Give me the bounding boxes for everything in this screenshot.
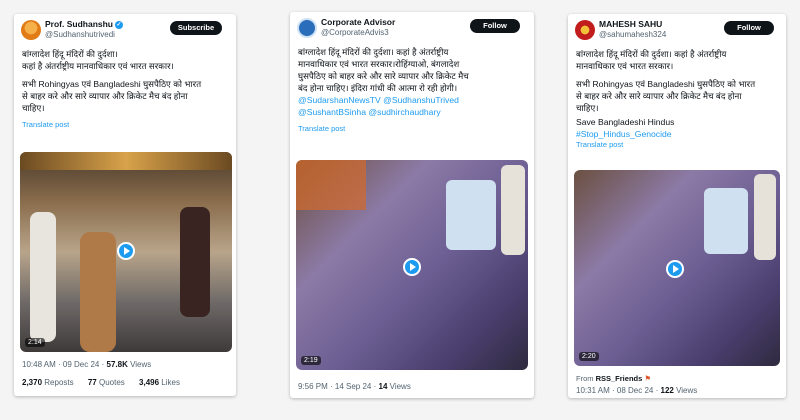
text-line: बांग्लादेश हिंदू मंदिरों की दुर्दशा। कहा… (298, 47, 449, 57)
tweet-text: बांग्लादेश हिंदू मंदिरों की दुर्दशा। कहा… (568, 48, 786, 140)
text-line: मानवाधिकार एवं भारत सरकार। (576, 61, 674, 71)
text-line: चाहिए। (576, 103, 599, 113)
author-handle[interactable]: @Sudhanshutrivedi (45, 30, 115, 39)
video-figure (446, 180, 496, 250)
avatar[interactable] (21, 20, 41, 40)
play-icon[interactable] (117, 242, 135, 260)
views-label: Views (127, 360, 152, 369)
reposts-stat[interactable]: 2,370 Reposts (22, 378, 80, 387)
avatar[interactable] (297, 18, 317, 38)
timestamp[interactable]: 9:56 PM · 14 Sep 24 · (298, 382, 379, 391)
author-handle[interactable]: @sahumahesh324 (599, 30, 666, 39)
video-frame-decor (20, 152, 232, 170)
video-figure (30, 212, 56, 342)
tweet-card-1: Prof. Sudhanshu ✓ @Sudhanshutrivedi Subsc… (14, 14, 236, 396)
video-duration: 2:20 (579, 352, 599, 361)
tweet-meta: 9:56 PM · 14 Sep 24 · 14 Views (298, 382, 411, 391)
video-player[interactable]: 2:14 (20, 152, 232, 352)
tweet-text: बांग्लादेश हिंदू मंदिरों की दुर्दशा। कहा… (290, 46, 534, 118)
text-line: से बाहर करे और सारे व्यापार और क्रिकेट म… (576, 91, 742, 101)
author-name[interactable]: Corporate Advisor (321, 17, 395, 27)
tweet-header: MAHESH SAHU @sahumahesh324 Follow (568, 14, 786, 48)
video-duration: 2:14 (25, 338, 45, 347)
author-handle[interactable]: @CorporateAdvis3 (321, 28, 389, 37)
hashtag-link[interactable]: #Stop_Hindus_Genocide (576, 128, 778, 140)
from-community[interactable]: From RSS_Friends ⚑ (576, 374, 651, 383)
views-count: 122 (660, 386, 674, 395)
play-icon[interactable] (666, 260, 684, 278)
views-count: 57.8K (106, 360, 128, 369)
timestamp[interactable]: 10:31 AM · 08 Dec 24 · (576, 386, 661, 395)
author-name[interactable]: Prof. Sudhanshu ✓ (45, 19, 123, 29)
text-line: चाहिए। (22, 103, 45, 113)
verified-icon: ✓ (115, 20, 123, 29)
video-figure (501, 165, 525, 255)
translate-post-link[interactable]: Translate post (568, 140, 786, 149)
tweet-card-3: MAHESH SAHU @sahumahesh324 Follow बांग्ल… (568, 14, 786, 398)
text-line: मानवाधिकार एवं भारत सरकार।रोहिंग्याओ, बं… (298, 59, 460, 69)
text-line: बांग्लादेश हिंदू मंदिरों की दुर्दशा। कहा… (576, 49, 727, 59)
video-player[interactable]: 2:19 (296, 160, 528, 370)
author-name[interactable]: MAHESH SAHU (599, 19, 662, 29)
tweet-card-2: Corporate Advisor @CorporateAdvis3 Follo… (290, 12, 534, 398)
quotes-stat[interactable]: 77 Quotes (88, 378, 131, 387)
video-frame-decor (296, 160, 366, 210)
views-label: Views (387, 382, 411, 391)
text-line: घुसपैठिए को बाहर करे और सारे व्यापार और … (298, 71, 469, 81)
tweet-meta: 10:48 AM · 09 Dec 24 · 57.8K Views (22, 360, 151, 369)
likes-stat[interactable]: 3,496 Likes (139, 378, 186, 387)
text-line: बंद होना चाहिए। इंदिरा गांधी की आत्मा रो… (298, 83, 458, 93)
play-icon[interactable] (403, 258, 421, 276)
text-line: सभी Rohingyas एवं Bangladeshi घुसपैठिए क… (22, 79, 202, 89)
video-duration: 2:19 (301, 356, 321, 365)
subscribe-button[interactable]: Subscribe (170, 21, 222, 35)
engagement-stats: 2,370 Reposts 77 Quotes 3,496 Likes (22, 378, 192, 387)
text-line: कहां है अंतर्राष्ट्रीय मानवाधिकार एवं भा… (22, 61, 174, 71)
video-figure (704, 188, 748, 254)
video-player[interactable]: 2:20 (574, 170, 780, 366)
tweet-header: Prof. Sudhanshu ✓ @Sudhanshutrivedi Subsc… (14, 14, 236, 48)
video-figure (754, 174, 776, 260)
tweet-header: Corporate Advisor @CorporateAdvis3 Follo… (290, 12, 534, 46)
video-figure (180, 207, 210, 317)
follow-button[interactable]: Follow (470, 19, 520, 33)
translate-post-link[interactable]: Translate post (14, 120, 236, 129)
views-label: Views (673, 386, 698, 395)
mention-links[interactable]: @SushantBSinha @sudhirchaudhary (298, 106, 526, 118)
tweet-text: बांग्लादेश हिंदू मंदिरों की दुर्दशा। कहां… (14, 48, 236, 114)
flag-icon: ⚑ (644, 374, 652, 383)
follow-button[interactable]: Follow (724, 21, 774, 35)
text-line: Save Bangladeshi Hindus (576, 117, 675, 127)
text-line: से बाहर करे और सारे व्यापार और क्रिकेट म… (22, 91, 188, 101)
tweet-meta: 10:31 AM · 08 Dec 24 · 122 Views (576, 386, 697, 395)
translate-post-link[interactable]: Translate post (290, 124, 534, 133)
timestamp[interactable]: 10:48 AM · 09 Dec 24 · (22, 360, 107, 369)
text-line: बांग्लादेश हिंदू मंदिरों की दुर्दशा। (22, 49, 118, 59)
avatar[interactable] (575, 20, 595, 40)
text-line: सभी Rohingyas एवं Bangladeshi घुसपैठिए क… (576, 79, 756, 89)
mention-links[interactable]: @SudarshanNewsTV @SudhanshuTrived (298, 94, 526, 106)
video-figure (80, 232, 116, 352)
